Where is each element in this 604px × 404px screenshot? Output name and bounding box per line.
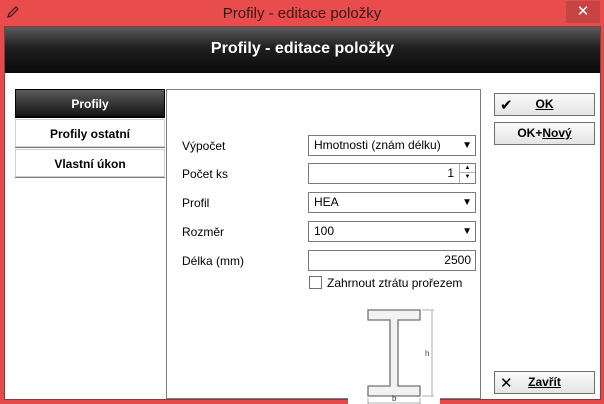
sidebar-item-profily-ostatni[interactable]: Profily ostatní [15,119,165,147]
dialog-client: Profily - editace položky Profily Profil… [4,26,601,404]
window-close-button[interactable]: ✕ [566,1,600,23]
pocet-ks-value: 1 [447,166,454,180]
zahrnout-checkbox[interactable] [309,276,322,289]
checkmark-icon: ✔ [500,97,513,114]
ok-new-label: Nový [542,126,572,140]
b-dimension-label: b [392,394,397,403]
ok-new-prefix: OK+ [517,126,543,140]
ok-button-label: OK [535,97,554,111]
sidebar-item-profily[interactable]: Profily [15,89,165,117]
window: Profily - editace položky ✕ Profily - ed… [0,0,604,404]
h-dimension-label: h [425,349,429,358]
zahrnout-label: Zahrnout ztrátu prořezem [327,276,463,290]
pocet-ks-label: Počet ks [182,167,229,181]
form-panel: Výpočet Hmotnosti (znám délku) ▼ Počet k… [166,89,481,404]
delka-label: Délka (mm) [182,254,244,268]
chevron-down-icon: ▼ [462,197,472,208]
h-beam-diagram: h b [348,298,440,404]
pocet-ks-stepper[interactable]: 1 ▲ ▼ [308,163,476,184]
dialog-header-title: Profily - editace položky [210,40,395,57]
profil-label: Profil [182,196,210,210]
window-title: Profily - editace položky [222,5,382,22]
profil-value: HEA [314,195,339,209]
vypocet-label: Výpočet [182,139,226,153]
rozmer-value: 100 [314,224,335,238]
rozmer-label: Rozměr [182,225,225,239]
sidebar-item-vlastni-ukon[interactable]: Vlastní úkon [15,149,165,177]
dialog-header: Profily - editace položky [5,27,600,73]
spinner: ▲ ▼ [459,164,475,183]
chevron-down-icon: ▼ [462,140,472,151]
spinner-down-icon[interactable]: ▼ [460,173,475,182]
close-icon: ✕ [500,375,513,392]
rozmer-select[interactable]: 100 ▼ [308,221,476,242]
vypocet-value: Hmotnosti (znám délku) [314,138,441,152]
spinner-up-icon[interactable]: ▲ [460,164,475,173]
ok-new-button[interactable]: OK+Nový [494,122,595,145]
sidebar: Profily Profily ostatní Vlastní úkon [15,89,165,179]
ok-button[interactable]: ✔ OK [494,93,595,116]
close-button[interactable]: ✕ Zavřít [494,371,595,394]
chevron-down-icon: ▼ [462,226,472,237]
vypocet-select[interactable]: Hmotnosti (znám délku) ▼ [308,135,476,156]
close-button-label: Zavřít [528,375,561,389]
delka-input[interactable]: 2500 [308,250,476,271]
title-bar[interactable]: Profily - editace položky ✕ [0,0,604,26]
profil-select[interactable]: HEA ▼ [308,192,476,213]
